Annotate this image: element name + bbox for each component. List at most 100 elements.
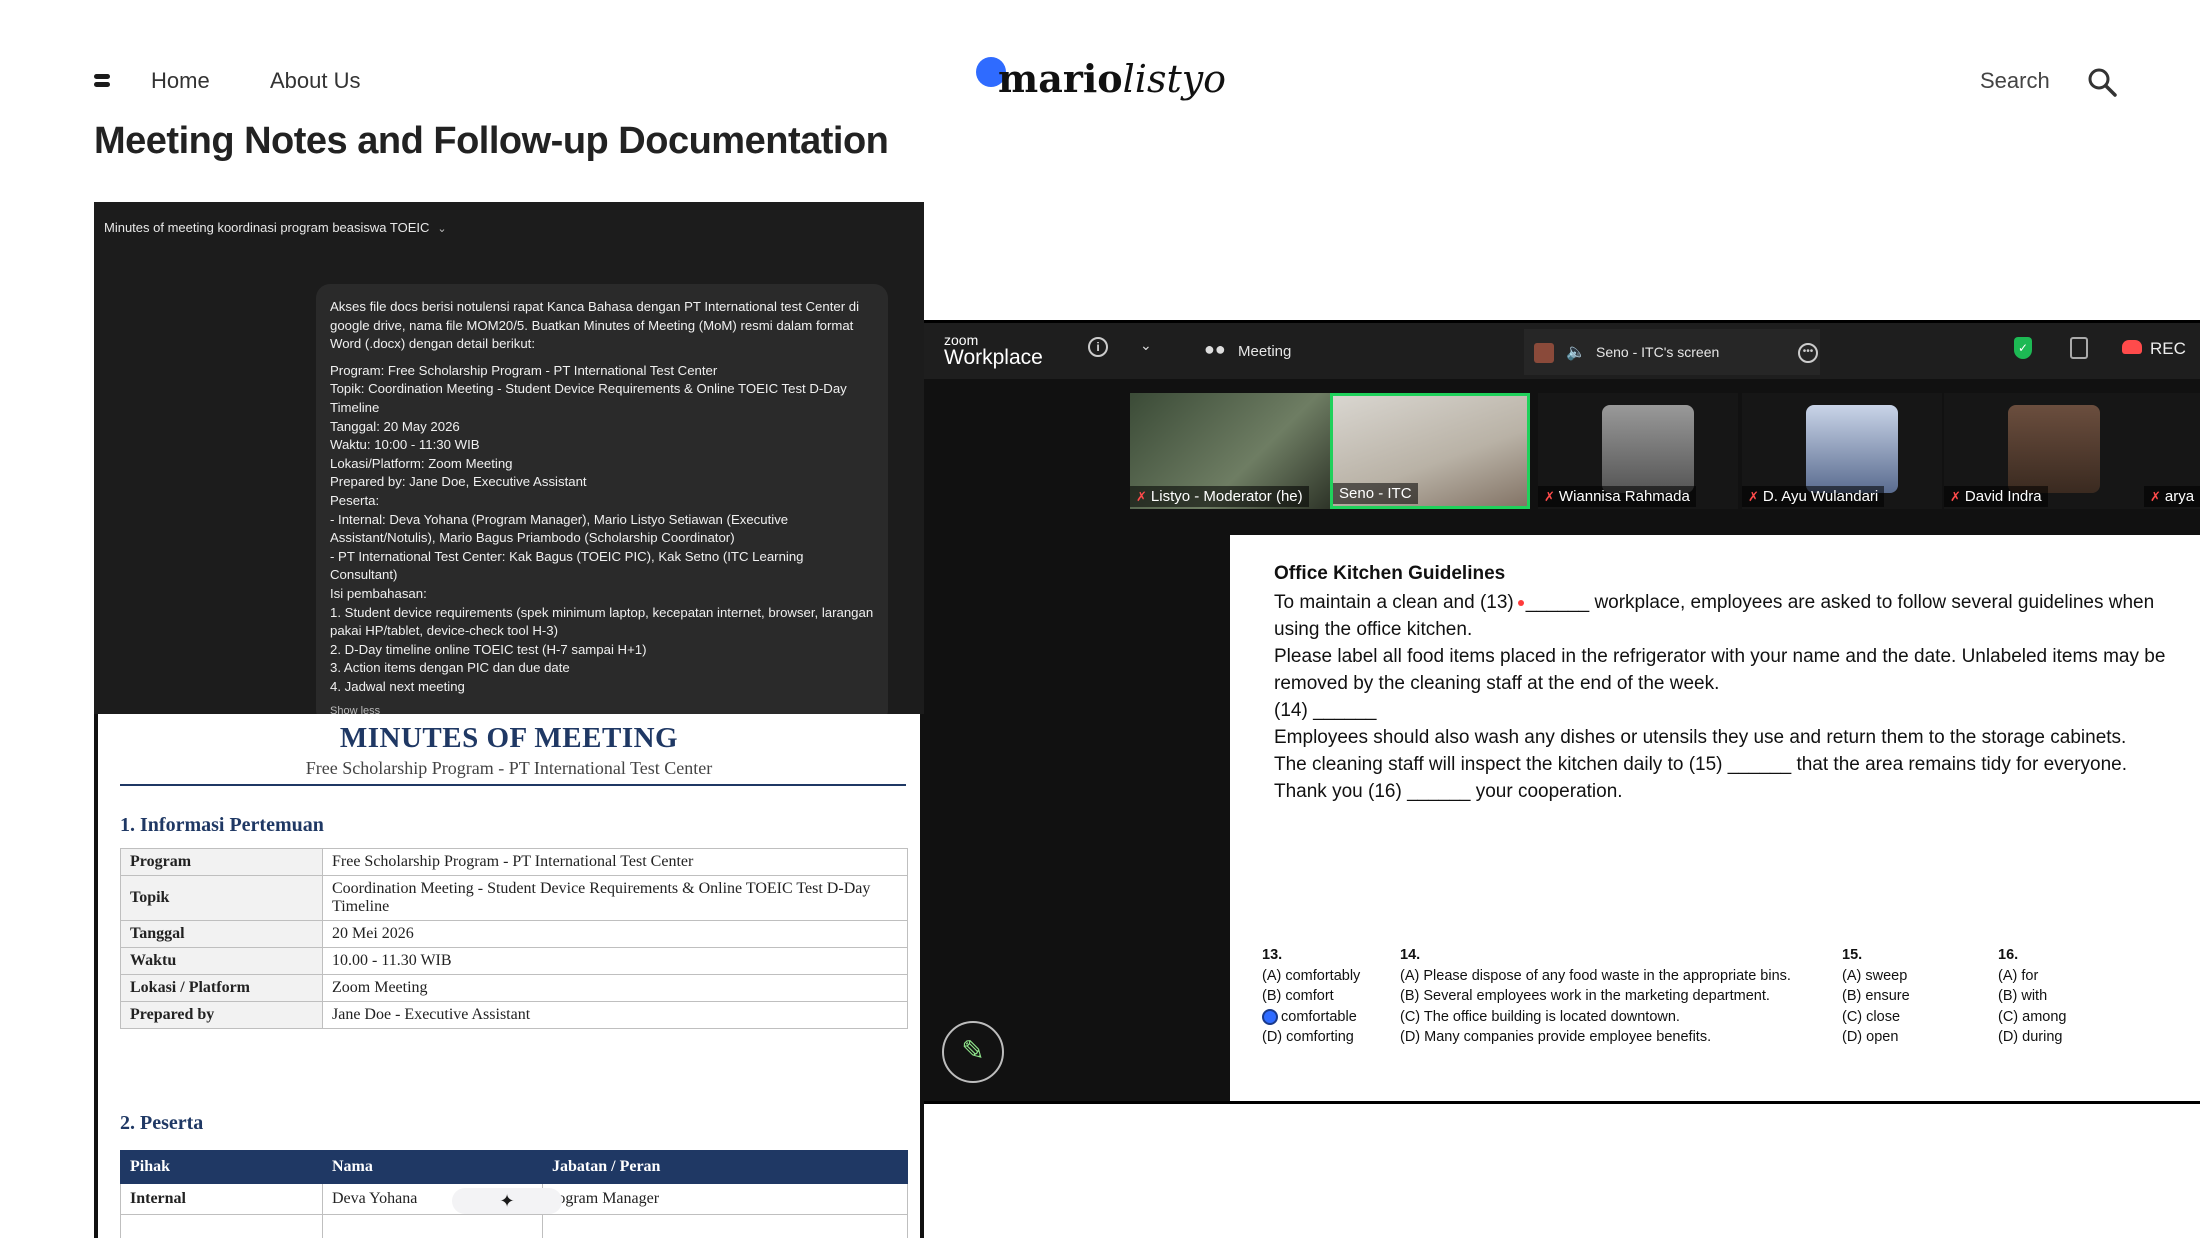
- share-screen-tab[interactable]: 🔈 Seno - ITC's screen •••: [1524, 329, 1820, 375]
- mom-divider: [120, 784, 906, 786]
- info-value: Coordination Meeting - Student Device Re…: [322, 875, 908, 921]
- peserta-pihak: Internal: [120, 1183, 323, 1215]
- show-less-link[interactable]: Show less: [330, 702, 874, 714]
- participant-name: ✗ D. Ayu Wulandari: [1742, 486, 1885, 507]
- nav-home-link[interactable]: Home: [151, 68, 210, 94]
- table-row: Lokasi / Platform Zoom Meeting: [120, 974, 908, 1002]
- chevron-down-icon[interactable]: ⌄: [1140, 337, 1152, 354]
- site-header: Home About Us mariolistyo Search: [0, 0, 2200, 130]
- question-15: 15. (A) sweep (B) ensure (C) close (D) o…: [1842, 945, 1910, 1048]
- slide-line: To maintain a clean and (13) ______ workp…: [1274, 589, 2174, 643]
- cloud-record-icon[interactable]: [2122, 340, 2142, 354]
- answer-option: (C) close: [1842, 1008, 1901, 1025]
- sharer-avatar: [1534, 343, 1554, 363]
- mom-document: MINUTES OF MEETING Free Scholarship Prog…: [94, 714, 924, 1238]
- more-options-icon[interactable]: •••: [1798, 343, 1818, 363]
- info-icon[interactable]: i: [1088, 337, 1108, 357]
- chat-line: Tanggal: 20 May 2026: [330, 418, 460, 434]
- participant-strip: ✗ Listyo - Moderator (he) Seno - ITC ✗ Wia…: [924, 393, 2200, 593]
- info-key: Program: [120, 848, 323, 876]
- column-header: Jabatan / Peran: [542, 1150, 908, 1184]
- slide-title: Office Kitchen Guidelines: [1274, 563, 1506, 584]
- participant-tile[interactable]: ✗ Wiannisa Rahmada: [1538, 393, 1738, 509]
- search-label[interactable]: Search: [1980, 68, 2050, 94]
- mom-subtitle: Free Scholarship Program - PT Internatio…: [305, 758, 713, 778]
- info-value: Zoom Meeting: [322, 974, 908, 1002]
- question-number: 13.: [1262, 947, 1283, 963]
- meeting-tab[interactable]: Meeting: [1238, 343, 1291, 360]
- chat-line: - Internal: Deva Yohana (Program Manager…: [330, 511, 789, 546]
- notes-icon[interactable]: [2070, 337, 2088, 359]
- question-16: 16. (A) for (B) with (C) among (D) durin…: [1998, 945, 2067, 1048]
- avatar: [2008, 405, 2100, 493]
- answer-option: (D) during: [1998, 1029, 2063, 1045]
- participant-name: Seno - ITC: [1333, 483, 1418, 504]
- table-row: Prepared by Jane Doe - Executive Assistan…: [120, 1001, 908, 1029]
- section-heading-informasi: 1. Informasi Pertemuan: [120, 814, 324, 836]
- participant-name-text: Listyo - Moderator (he): [1150, 488, 1303, 505]
- participant-tile[interactable]: ✗ Listyo - Moderator (he): [1130, 393, 1330, 509]
- zoom-brand-small: zoom: [944, 332, 979, 348]
- question-14: 14. (A) Please dispose of any food waste…: [1400, 945, 1791, 1048]
- chat-line: 4. Jadwal next meeting: [330, 678, 465, 694]
- participant-name-text: David Indra: [1964, 488, 2042, 505]
- answer-option: (B) ensure: [1842, 988, 1910, 1004]
- chat-screenshot: Minutes of meeting koordinasi program be…: [94, 202, 924, 714]
- participant-tile-active[interactable]: Seno - ITC: [1330, 393, 1530, 509]
- chevron-down-icon[interactable]: ⌄: [437, 223, 446, 235]
- laser-pointer: [1517, 599, 1524, 606]
- logo-bold: mario: [998, 56, 1123, 101]
- nav-about-link[interactable]: About Us: [270, 68, 361, 94]
- security-shield-icon[interactable]: ✓: [2014, 337, 2032, 359]
- participant-name: ✗ David Indra: [1944, 486, 2048, 507]
- mic-muted-icon: ✗: [1950, 489, 1961, 504]
- column-header: Nama: [322, 1150, 543, 1184]
- chat-line: Topik: Coordination Meeting - Student De…: [330, 381, 847, 415]
- participant-tile[interactable]: ✗ D. Ayu Wulandari: [1742, 393, 1942, 509]
- rec-label[interactable]: REC: [2150, 339, 2186, 359]
- chat-line: Isi pembahasan:: [330, 585, 427, 601]
- answer-option: (D) open: [1842, 1029, 1899, 1045]
- table-header-row: Pihak Nama Jabatan / Peran: [120, 1150, 908, 1184]
- answer-option: (C) among: [1998, 1008, 2067, 1025]
- peserta-peran: rogram Manager: [542, 1183, 908, 1215]
- annotate-pen-icon[interactable]: ✎: [942, 1021, 1004, 1083]
- slide-body: To maintain a clean and (13) ______ workp…: [1274, 589, 2174, 805]
- speaker-icon[interactable]: 🔈: [1566, 342, 1586, 362]
- zoom-logo: zoom Workplace: [944, 333, 1043, 369]
- chat-line: 2. D-Day timeline online TOEIC test (H-7…: [330, 641, 647, 657]
- question-number: 15.: [1842, 947, 1863, 963]
- chat-title-text: Minutes of meeting koordinasi program be…: [104, 220, 430, 235]
- answer-option: (D) Many companies provide employee bene…: [1400, 1029, 1712, 1045]
- info-value: 20 Mei 2026: [322, 920, 908, 948]
- answer-option-text: comfortable: [1281, 1008, 1357, 1025]
- mic-muted-icon: ✗: [1544, 489, 1555, 504]
- sparkle-icon[interactable]: ✦: [452, 1188, 562, 1214]
- mic-muted-icon: ✗: [2150, 489, 2161, 504]
- slide-line: The cleaning staff will inspect the kitc…: [1274, 754, 2128, 775]
- search-icon[interactable]: [2086, 66, 2118, 98]
- info-key: Topik: [120, 875, 323, 921]
- answer-option: (D) comforting: [1262, 1029, 1354, 1045]
- chat-message-bubble: Akses file docs berisi notulensi rapat K…: [316, 284, 888, 714]
- chat-line: Waktu: 10:00 - 11:30 WIB: [330, 437, 480, 453]
- answer-option: (B) Several employees work in the market…: [1400, 988, 1770, 1004]
- participants-icon[interactable]: ●●: [1204, 339, 1226, 360]
- section-heading-peserta: 2. Peserta: [120, 1112, 204, 1134]
- participant-tile[interactable]: ✗ David Indra: [1944, 393, 2144, 509]
- avatar: [1602, 405, 1694, 493]
- info-value: Jane Doe - Executive Assistant: [322, 1001, 908, 1029]
- chat-line: Program: Free Scholarship Program - PT I…: [330, 362, 718, 378]
- participant-name-text: D. Ayu Wulandari: [1762, 488, 1879, 505]
- participant-tile[interactable]: ✗ arya: [2144, 393, 2200, 509]
- info-value: 10.00 - 11.30 WIB: [322, 947, 908, 975]
- slide-line: (14) ______: [1274, 700, 1377, 721]
- column-header: Pihak: [120, 1150, 323, 1184]
- chat-title[interactable]: Minutes of meeting koordinasi program be…: [104, 220, 447, 235]
- info-value: Free Scholarship Program - PT Internatio…: [322, 848, 908, 876]
- table-row: [120, 1214, 908, 1238]
- chat-line: Prepared by: Jane Doe, Executive Assista…: [330, 474, 587, 490]
- zoom-brand-large: Workplace: [944, 346, 1043, 369]
- menu-icon[interactable]: [94, 74, 110, 88]
- participant-name: ✗ Wiannisa Rahmada: [1538, 486, 1696, 507]
